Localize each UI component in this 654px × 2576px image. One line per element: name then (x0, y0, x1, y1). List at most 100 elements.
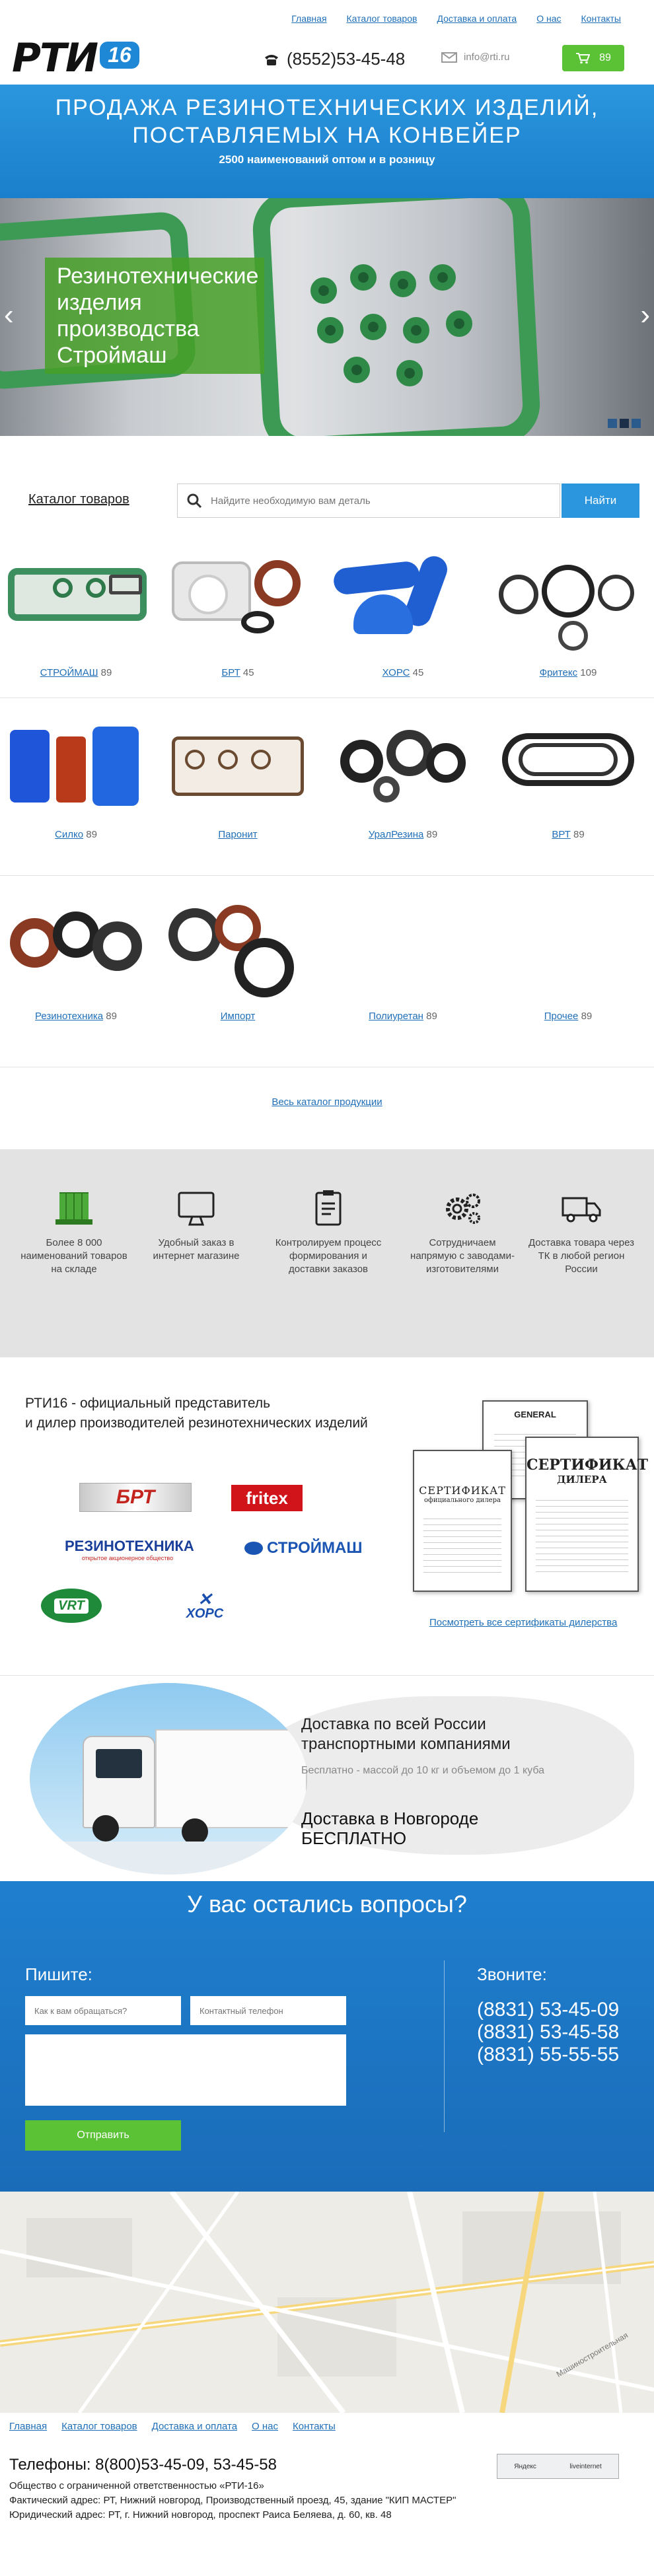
product-image (0, 703, 152, 829)
catalog-item-count: 89 (581, 1011, 593, 1022)
phone-input[interactable] (190, 1996, 346, 2025)
catalog-item[interactable]: Полиуретан 89 (327, 885, 479, 1050)
contact-phone[interactable]: (8831) 53-45-58 (477, 2021, 619, 2044)
slider-next-button[interactable]: › (640, 301, 650, 330)
catalog-item[interactable]: Паронит (162, 703, 314, 869)
all-catalog-link[interactable]: Весь каталог продукции (0, 1096, 654, 1108)
catalog-item-count: 89 (426, 829, 438, 840)
nav-catalog[interactable]: Каталог товаров (347, 13, 418, 24)
features-section: Более 8 000 наименований товаров на скла… (0, 1149, 654, 1357)
contact-phone[interactable]: (8831) 53-45-09 (477, 1999, 619, 2021)
catalog-item[interactable]: Прочее 89 (492, 885, 644, 1050)
cart-count: 89 (599, 52, 611, 63)
hors-logo-icon: ✕ (198, 1589, 212, 1609)
brand-logo-text: ХОРС (186, 1606, 224, 1621)
header-email-text: info@rti.ru (464, 52, 510, 63)
counter-yandex: Яндекс (514, 2462, 536, 2470)
catalog-item-caption: Паронит (162, 829, 314, 840)
slider-dot[interactable] (632, 419, 641, 428)
stroymash-logo-icon (244, 1542, 263, 1555)
catalog-item-link[interactable]: Импорт (221, 1011, 255, 1022)
brand-logo-hors[interactable]: ✕ ХОРС (168, 1589, 241, 1622)
cart-button[interactable]: 89 (562, 45, 624, 71)
catalog-item-link[interactable]: Прочее (544, 1011, 579, 1022)
catalog-item[interactable]: Импорт (162, 885, 314, 1050)
slide-oring (446, 310, 472, 337)
site-counters[interactable]: Яндекс liveinternet (497, 2454, 619, 2479)
search-box (177, 483, 560, 518)
header-email[interactable]: info@rti.ru (441, 52, 509, 63)
certificate-image[interactable]: СЕРТИФИКАТ ДИЛЕРА (525, 1437, 648, 1592)
catalog-title[interactable]: Каталог товаров (28, 492, 129, 507)
footer-nav-catalog[interactable]: Каталог товаров (61, 2421, 137, 2432)
certificates-link[interactable]: Посмотреть все сертификаты дилерства (429, 1617, 617, 1628)
catalog-item-link[interactable]: СТРОЙМАШ (40, 667, 98, 678)
nav-contacts[interactable]: Контакты (581, 13, 621, 24)
catalog-item[interactable]: Силко 89 (0, 703, 152, 869)
catalog-item-link[interactable]: ВРТ (552, 829, 571, 840)
nav-home[interactable]: Главная (291, 13, 326, 24)
brand-logo-vrt[interactable]: VRT (41, 1589, 102, 1623)
slide-oring (317, 317, 344, 343)
slide-oring (350, 264, 377, 291)
slide-oring (344, 357, 370, 383)
footer-nav-contacts[interactable]: Контакты (293, 2421, 336, 2432)
header-phone[interactable]: (8552)53-45-48 (263, 49, 405, 69)
slide-gasket-image (250, 198, 542, 436)
brand-logo-rezinotehnika[interactable]: РЕЗИНОТЕХНИКА открытое акционерное общес… (65, 1538, 194, 1561)
catalog-item-link[interactable]: Силко (55, 829, 83, 840)
logo-text: РТИ (12, 35, 98, 81)
catalog-item-link[interactable]: УралРезина (369, 829, 424, 840)
slider-dot[interactable] (608, 419, 617, 428)
catalog-item[interactable]: СТРОЙМАШ 89 (0, 542, 152, 707)
nav-about[interactable]: О нас (536, 13, 561, 24)
footer-nav-home[interactable]: Главная (9, 2421, 47, 2432)
catalog-item[interactable]: ВРТ 89 (492, 703, 644, 869)
hero-banner: Продажа резинотехнических изделий, поста… (0, 85, 654, 198)
catalog-item-link[interactable]: Резинотехника (35, 1011, 103, 1022)
certificate-text: СЕРТИФИКАТ (419, 1484, 506, 1497)
catalog-item-link[interactable]: Полиуретан (369, 1011, 423, 1022)
catalog-item[interactable]: ХОРС 45 (327, 542, 479, 707)
message-textarea[interactable] (25, 2034, 346, 2106)
name-input[interactable] (25, 1996, 181, 2025)
brand-logo-fritex[interactable]: fritex (231, 1485, 303, 1511)
slider-dot[interactable] (620, 419, 629, 428)
search-button[interactable]: Найти (562, 483, 639, 518)
footer-legal: Общество с ограниченной ответственностью… (9, 2479, 458, 2522)
catalog-item-link[interactable]: Фритекс (540, 667, 577, 678)
slide-oring (403, 317, 429, 343)
contact-phone[interactable]: (8831) 55-55-55 (477, 2044, 619, 2066)
catalog-item-link[interactable]: ХОРС (382, 667, 410, 678)
product-image (0, 542, 152, 667)
catalog-item[interactable]: Резинотехника 89 (0, 885, 152, 1050)
catalog-item-count: 89 (573, 829, 585, 840)
send-button[interactable]: Отправить (25, 2120, 181, 2151)
catalog-item-count: 109 (580, 667, 597, 678)
truck-image (30, 1683, 307, 1875)
phone-icon (265, 54, 278, 65)
catalog-item[interactable]: БРТ 45 (162, 542, 314, 707)
contact-title: У вас остались вопросы? (187, 1890, 467, 1917)
monitor-icon (178, 1192, 215, 1226)
catalog-item-count: 45 (412, 667, 424, 678)
catalog-item[interactable]: УралРезина 89 (327, 703, 479, 869)
slider-prev-button[interactable]: ‹ (4, 301, 14, 330)
footer-nav-delivery[interactable]: Доставка и оплата (152, 2421, 237, 2432)
brand-logo-brt[interactable]: БРТ (79, 1483, 192, 1512)
catalog-item[interactable]: Фритекс 109 (492, 542, 644, 707)
nav-delivery[interactable]: Доставка и оплата (437, 13, 517, 24)
dealer-title: РТИ16 - официальный представитель и диле… (25, 1394, 368, 1433)
location-map[interactable]: Машиностроительная (0, 2192, 654, 2413)
catalog-item-link[interactable]: БРТ (221, 667, 240, 678)
certificate-image[interactable]: СЕРТИФИКАТ официального дилера (413, 1450, 512, 1592)
search-input[interactable] (211, 495, 560, 507)
header-phone-number: (8552)53-45-48 (287, 49, 406, 69)
slide-caption: Резинотехнические изделия производства С… (45, 258, 264, 374)
logo[interactable]: РТИ 16 (12, 38, 139, 78)
catalog-item-link[interactable]: Паронит (218, 829, 257, 840)
footer-nav-about[interactable]: О нас (252, 2421, 278, 2432)
brand-logo-stroymash[interactable]: СТРОЙМАШ (244, 1539, 362, 1557)
catalog-item-caption: СТРОЙМАШ 89 (0, 667, 152, 678)
product-image (327, 885, 479, 1011)
